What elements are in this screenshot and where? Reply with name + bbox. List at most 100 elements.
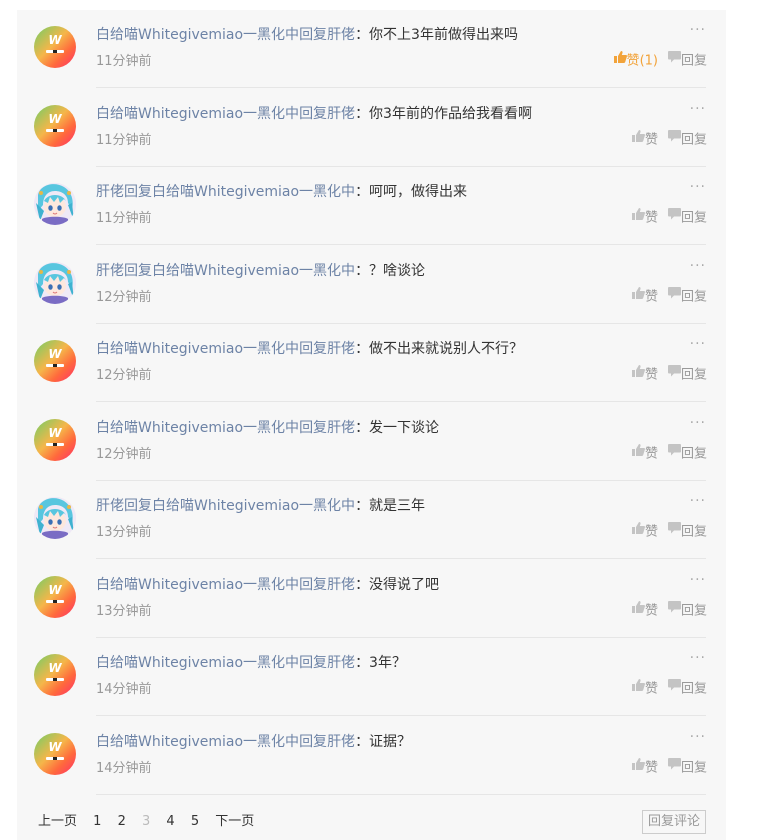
user-avatar[interactable]: W bbox=[34, 575, 76, 618]
comment-item: W 白给喵Whitegivemiao一黑化中回复肝佬：发一下谈论 12分钟前 ··· 赞… bbox=[17, 403, 726, 481]
like-button[interactable]: 赞 bbox=[631, 286, 658, 307]
reply-comment-button[interactable]: 回复评论 bbox=[641, 810, 706, 834]
comment-actions: 赞 回复 bbox=[622, 522, 707, 542]
page-link[interactable]: 4 bbox=[166, 813, 174, 831]
comment-time: 12分钟前 bbox=[96, 368, 152, 383]
reply-target-link[interactable]: 肝佬 bbox=[327, 106, 355, 122]
username-link[interactable]: 肝佬 bbox=[96, 498, 124, 514]
comment-time: 13分钟前 bbox=[96, 603, 152, 619]
like-button[interactable]: 赞 bbox=[631, 365, 658, 385]
comment-actions: 赞 回复 bbox=[622, 129, 707, 150]
username-link[interactable]: 白给喵Whitegivemiao一黑化中 bbox=[96, 420, 299, 436]
more-dots-icon[interactable]: ··· bbox=[690, 22, 706, 38]
like-button[interactable]: 赞 bbox=[631, 679, 658, 699]
like-button[interactable]: 赞 bbox=[631, 600, 658, 621]
username-link[interactable]: 白给喵Whitegivemiao一黑化中 bbox=[96, 577, 299, 593]
comment-time: 11分钟前 bbox=[96, 211, 152, 226]
comment-text: ：没得说了吧 bbox=[355, 576, 440, 593]
current-page: 3 bbox=[142, 814, 151, 829]
username-link[interactable]: 肝佬 bbox=[96, 263, 124, 279]
username-link[interactable]: 白给喵Whitegivemiao一黑化中 bbox=[96, 734, 299, 750]
page-link[interactable]: 2 bbox=[118, 813, 126, 831]
reply-button[interactable]: 回复 bbox=[667, 522, 707, 542]
reply-label: 回复 bbox=[680, 210, 707, 226]
like-label: 赞 bbox=[644, 760, 658, 775]
comment-text: ：证据？ bbox=[355, 733, 412, 750]
username-link[interactable]: 白给喵Whitegivemiao一黑化中 bbox=[96, 106, 299, 122]
more-dots-icon[interactable]: ··· bbox=[690, 336, 706, 352]
reply-target-link[interactable]: 肝佬 bbox=[327, 734, 355, 750]
reply-button[interactable]: 回复 bbox=[667, 51, 707, 71]
like-button[interactable]: 赞 bbox=[631, 522, 658, 542]
reply-target-link[interactable]: 白给喵Whitegivemiao一黑化中 bbox=[152, 263, 355, 279]
more-dots-icon[interactable]: ··· bbox=[690, 415, 706, 431]
reply-target-link[interactable]: 肝佬 bbox=[327, 420, 355, 436]
prev-page-link[interactable]: 上一页 bbox=[38, 813, 77, 831]
page-link[interactable]: 1 bbox=[93, 813, 101, 831]
reply-word: 回复 bbox=[299, 655, 328, 671]
user-avatar[interactable]: W bbox=[34, 340, 76, 382]
speech-bubble-icon bbox=[667, 679, 681, 697]
reply-button[interactable]: 回复 bbox=[667, 600, 707, 621]
reply-target-link[interactable]: 肝佬 bbox=[327, 27, 355, 43]
more-dots-icon[interactable]: ··· bbox=[690, 729, 706, 745]
username-link[interactable]: 白给喵Whitegivemiao一黑化中 bbox=[96, 27, 299, 43]
reply-button[interactable]: 回复 bbox=[667, 679, 707, 699]
like-button[interactable]: 赞(1) bbox=[613, 51, 658, 71]
reply-target-link[interactable]: 白给喵Whitegivemiao一黑化中 bbox=[152, 498, 355, 514]
reply-button[interactable]: 回复 bbox=[667, 365, 707, 385]
reply-button[interactable]: 回复 bbox=[667, 286, 707, 307]
user-avatar[interactable]: W bbox=[34, 732, 76, 775]
reply-label: 回复 bbox=[680, 53, 707, 69]
comment-time: 13分钟前 bbox=[96, 525, 152, 540]
more-dots-icon[interactable]: ··· bbox=[690, 101, 706, 117]
thumbs-up-icon bbox=[631, 443, 645, 462]
reply-button[interactable]: 回复 bbox=[667, 443, 707, 464]
username-link[interactable]: 白给喵Whitegivemiao一黑化中 bbox=[96, 341, 299, 357]
username-link[interactable]: 白给喵Whitegivemiao一黑化中 bbox=[96, 655, 299, 671]
comment-text: ：？啥谈论 bbox=[355, 262, 426, 279]
user-avatar[interactable] bbox=[34, 497, 76, 539]
more-dots-icon[interactable]: ··· bbox=[690, 179, 706, 195]
comment-item: W 白给喵Whitegivemiao一黑化中回复肝佬：证据？ 14分钟前 ··· 赞回复 bbox=[17, 717, 726, 795]
comment-time: 12分钟前 bbox=[96, 446, 152, 462]
reply-button[interactable]: 回复 bbox=[667, 208, 707, 228]
reply-word: 回复 bbox=[124, 498, 152, 514]
reply-target-link[interactable]: 肝佬 bbox=[327, 577, 355, 593]
reply-label: 回复 bbox=[680, 289, 707, 304]
like-button[interactable]: 赞 bbox=[631, 443, 658, 464]
like-button[interactable]: 赞 bbox=[631, 757, 658, 778]
reply-word: 回复 bbox=[124, 184, 152, 200]
reply-target-link[interactable]: 肝佬 bbox=[327, 655, 355, 671]
user-avatar[interactable] bbox=[34, 261, 76, 304]
more-dots-icon[interactable]: ··· bbox=[690, 258, 706, 274]
reply-button[interactable]: 回复 bbox=[667, 757, 707, 778]
username-link[interactable]: 肝佬 bbox=[96, 184, 124, 200]
user-avatar[interactable]: W bbox=[34, 418, 76, 461]
reply-button[interactable]: 回复 bbox=[667, 129, 707, 150]
comment-time: 11分钟前 bbox=[96, 54, 152, 69]
user-avatar[interactable]: W bbox=[34, 654, 76, 696]
reply-target-link[interactable]: 肝佬 bbox=[327, 341, 355, 357]
user-avatar[interactable] bbox=[34, 183, 76, 225]
thumbs-up-icon bbox=[631, 679, 645, 697]
more-dots-icon[interactable]: ··· bbox=[690, 493, 706, 509]
like-button[interactable]: 赞 bbox=[631, 129, 658, 150]
user-avatar[interactable]: W bbox=[34, 104, 76, 147]
comment-text: ：你不上3年前做得出来吗 bbox=[355, 27, 518, 43]
comment-line: 白给喵Whitegivemiao一黑化中回复肝佬：你3年前的作品给我看看啊 bbox=[96, 104, 656, 124]
user-avatar[interactable]: W bbox=[34, 26, 76, 68]
comment-item: W 白给喵Whitegivemiao一黑化中回复 肝佬：你不上3年前做得出来吗 11分… bbox=[17, 10, 726, 88]
like-button[interactable]: 赞 bbox=[631, 208, 658, 228]
next-page-link[interactable]: 下一页 bbox=[215, 813, 254, 831]
more-dots-icon[interactable]: ··· bbox=[690, 650, 706, 666]
comment-panel: W 白给喵Whitegivemiao一黑化中回复肝佬：你不上3年前做得出来吗 11分… bbox=[17, 10, 726, 840]
reply-label: 回复 bbox=[680, 760, 707, 775]
page-link[interactable]: 5 bbox=[191, 813, 199, 831]
comment-line: 白给喵Whitegivemiao一黑化中回复肝佬：做不出来就说别人不行？ bbox=[96, 339, 656, 359]
more-dots-icon[interactable]: ··· bbox=[690, 572, 706, 588]
reply-word: 回复 bbox=[299, 733, 328, 750]
comment-line: 白给喵Whitegivemiao一黑化中回复肝佬：没得说了吧 bbox=[96, 575, 656, 595]
comment-line: 白给喵Whitegivemiao一黑化中回复肝佬：证据？ bbox=[96, 732, 656, 752]
reply-target-link[interactable]: 白给喵Whitegivemiao一黑化中 bbox=[152, 184, 355, 200]
